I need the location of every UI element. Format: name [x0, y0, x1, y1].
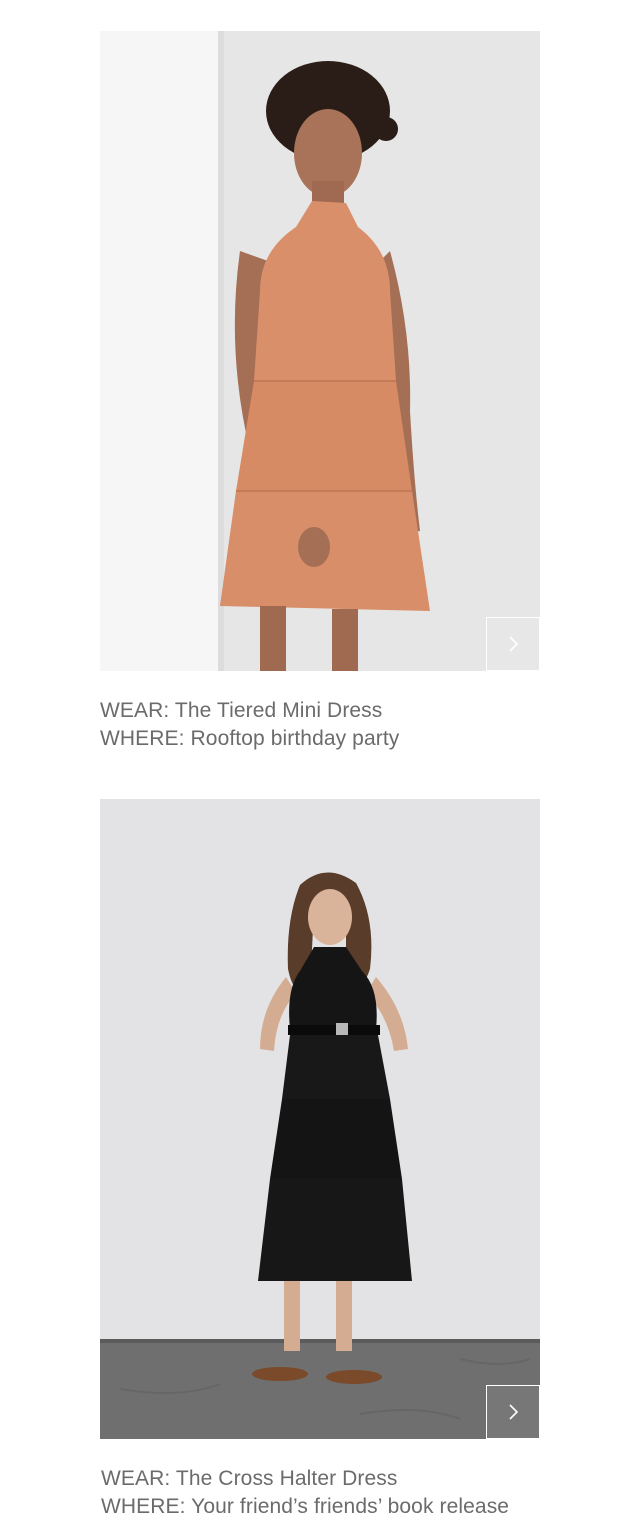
- next-arrow-button[interactable]: [486, 617, 540, 671]
- product-image-2[interactable]: [100, 799, 540, 1439]
- where-label: WHERE: Your friend’s friends’ book relea…: [101, 1495, 510, 1518]
- product-card-2: WEAR: The Cross Halter Dress WHERE: Your…: [100, 799, 540, 1521]
- wear-label[interactable]: WEAR: The Tiered Mini Dress: [100, 697, 540, 725]
- wear-label[interactable]: WEAR: The Cross Halter Dress: [101, 1465, 540, 1493]
- next-arrow-button[interactable]: [486, 1385, 540, 1439]
- where-label: WHERE: Rooftop birthday party: [100, 727, 400, 750]
- photo-tiered-mini-dress: [100, 31, 540, 671]
- chevron-right-icon: [509, 1404, 519, 1420]
- product-caption-2: WEAR: The Cross Halter Dress WHERE: Your…: [101, 1465, 540, 1521]
- product-image-1[interactable]: [100, 31, 540, 671]
- photo-cross-halter-dress: [100, 799, 540, 1439]
- chevron-right-icon: [509, 636, 519, 652]
- product-card-1: WEAR: The Tiered Mini Dress WHERE: Rooft…: [100, 31, 540, 753]
- product-caption-1: WEAR: The Tiered Mini Dress WHERE: Rooft…: [100, 697, 540, 753]
